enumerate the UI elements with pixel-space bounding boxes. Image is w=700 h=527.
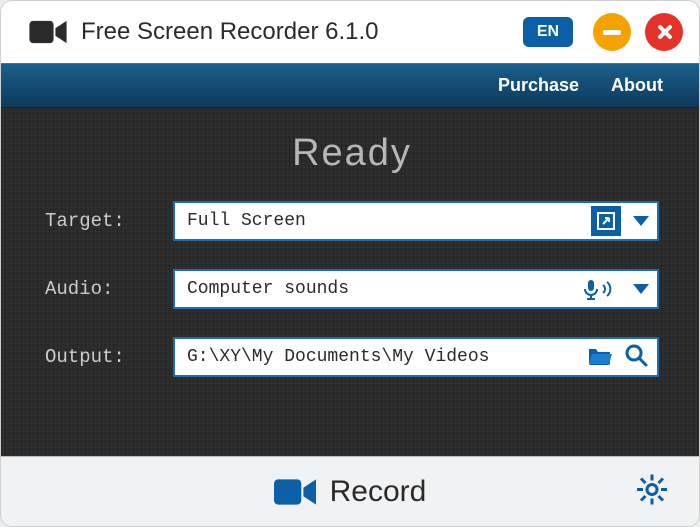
record-icon <box>274 477 316 507</box>
output-field[interactable]: G:\XY\My Documents\My Videos <box>173 337 659 377</box>
open-folder-icon[interactable] <box>587 344 613 371</box>
target-value: Full Screen <box>187 211 585 231</box>
fullscreen-icon[interactable] <box>591 206 621 236</box>
minimize-button[interactable] <box>593 13 631 51</box>
record-label: Record <box>330 475 427 509</box>
camera-icon <box>29 19 67 45</box>
titlebar: Free Screen Recorder 6.1.0 EN <box>1 1 699 63</box>
audio-label: Audio: <box>45 278 173 300</box>
status-text: Ready <box>45 132 659 175</box>
close-button[interactable] <box>645 13 683 51</box>
browse-icon[interactable] <box>623 342 649 373</box>
minimize-icon <box>603 30 621 35</box>
main-panel: Ready Target: Full Screen Audio: Compute… <box>1 108 699 456</box>
audio-value: Computer sounds <box>187 279 577 299</box>
close-icon <box>654 22 674 42</box>
audio-source-icon[interactable] <box>583 277 617 301</box>
target-dropdown-icon[interactable] <box>633 216 649 226</box>
settings-button[interactable] <box>635 472 669 511</box>
audio-field[interactable]: Computer sounds <box>173 269 659 309</box>
output-row: Output: G:\XY\My Documents\My Videos <box>45 337 659 377</box>
record-button[interactable]: Record <box>274 475 427 509</box>
output-label: Output: <box>45 346 173 368</box>
app-title: Free Screen Recorder 6.1.0 <box>81 18 509 46</box>
output-value: G:\XY\My Documents\My Videos <box>187 347 581 367</box>
target-label: Target: <box>45 210 173 232</box>
language-button[interactable]: EN <box>523 17 573 47</box>
target-field[interactable]: Full Screen <box>173 201 659 241</box>
target-row: Target: Full Screen <box>45 201 659 241</box>
audio-dropdown-icon[interactable] <box>633 284 649 294</box>
menubar: Purchase About <box>1 63 699 108</box>
audio-row: Audio: Computer sounds <box>45 269 659 309</box>
menu-about[interactable]: About <box>611 75 663 96</box>
app-window: Free Screen Recorder 6.1.0 EN Purchase A… <box>0 0 700 527</box>
actionbar: Record <box>1 456 699 526</box>
menu-purchase[interactable]: Purchase <box>498 75 579 96</box>
